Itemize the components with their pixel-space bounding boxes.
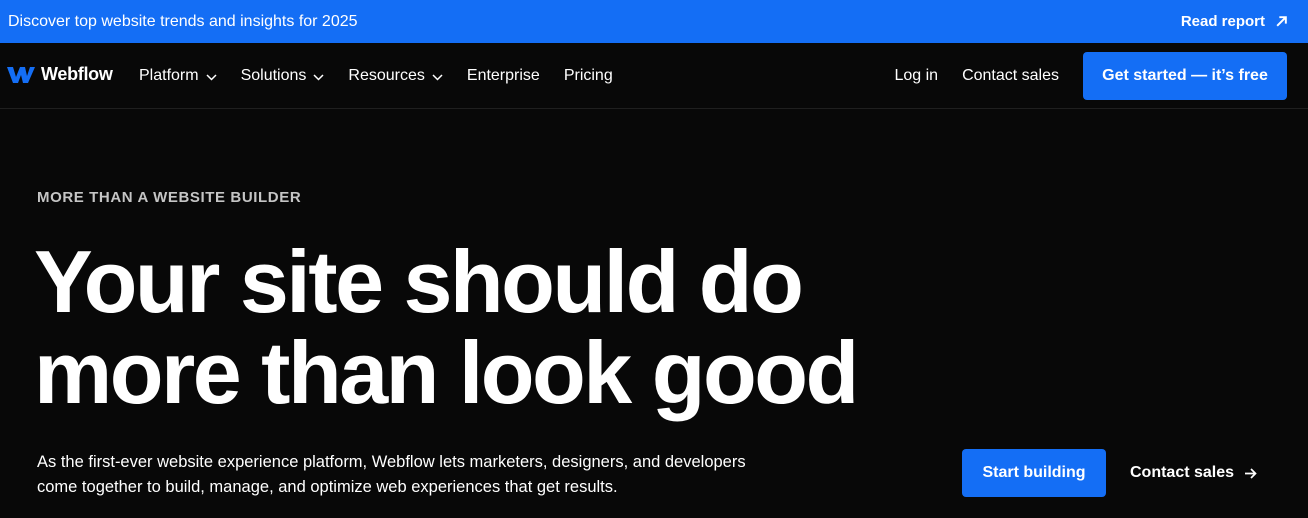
nav-item-resources[interactable]: Resources (348, 67, 443, 85)
hero-headline: Your site should do more than look good (34, 236, 934, 418)
description-line-1: As the first-ever website experience pla… (37, 453, 746, 471)
login-link[interactable]: Log in (894, 67, 938, 85)
get-started-button[interactable]: Get started — it’s free (1083, 52, 1287, 100)
nav-item-solutions[interactable]: Solutions (241, 67, 325, 85)
description-line-2: come together to build, manage, and opti… (37, 478, 618, 496)
arrow-right-icon (1245, 467, 1257, 479)
nav-item-enterprise[interactable]: Enterprise (467, 67, 540, 85)
nav-item-platform[interactable]: Platform (139, 67, 217, 85)
headline-line-1: Your site should do (34, 232, 804, 331)
chevron-down-icon (313, 73, 324, 81)
arrow-up-right-icon (1276, 16, 1287, 27)
webflow-logo[interactable]: Webflow (7, 64, 113, 85)
hero-contact-sales-link[interactable]: Contact sales (1130, 449, 1257, 497)
nav-item-label: Enterprise (466, 67, 540, 84)
nav-item-label: Pricing (563, 67, 613, 84)
headline-line-2: more than look good (34, 323, 859, 422)
brand-name: Webflow (41, 64, 113, 84)
webflow-logo-icon (7, 66, 35, 83)
read-report-link[interactable]: Read report (1181, 13, 1288, 30)
contact-sales-link[interactable]: Contact sales (962, 67, 1059, 85)
nav-item-label: Resources (348, 67, 425, 84)
hero-eyebrow: MORE THAN A WEBSITE BUILDER (37, 189, 302, 206)
banner-text: Discover top website trends and insights… (8, 12, 358, 30)
chevron-down-icon (206, 73, 217, 81)
start-building-button[interactable]: Start building (962, 449, 1106, 497)
nav-item-label: Solutions (240, 67, 307, 84)
main-nav: Webflow Platform Solutions Resources Ent… (0, 43, 1308, 109)
chevron-down-icon (432, 73, 443, 81)
nav-menu: Platform Solutions Resources Enterprise … (139, 43, 613, 109)
hero-description: As the first-ever website experience pla… (37, 450, 797, 500)
announcement-banner: Discover top website trends and insights… (0, 0, 1308, 43)
read-report-label: Read report (1180, 13, 1265, 30)
nav-item-label: Platform (139, 67, 199, 84)
nav-actions: Log in Contact sales Get started — it’s … (894, 52, 1287, 100)
hero-contact-sales-label: Contact sales (1130, 464, 1235, 481)
nav-item-pricing[interactable]: Pricing (564, 67, 613, 85)
